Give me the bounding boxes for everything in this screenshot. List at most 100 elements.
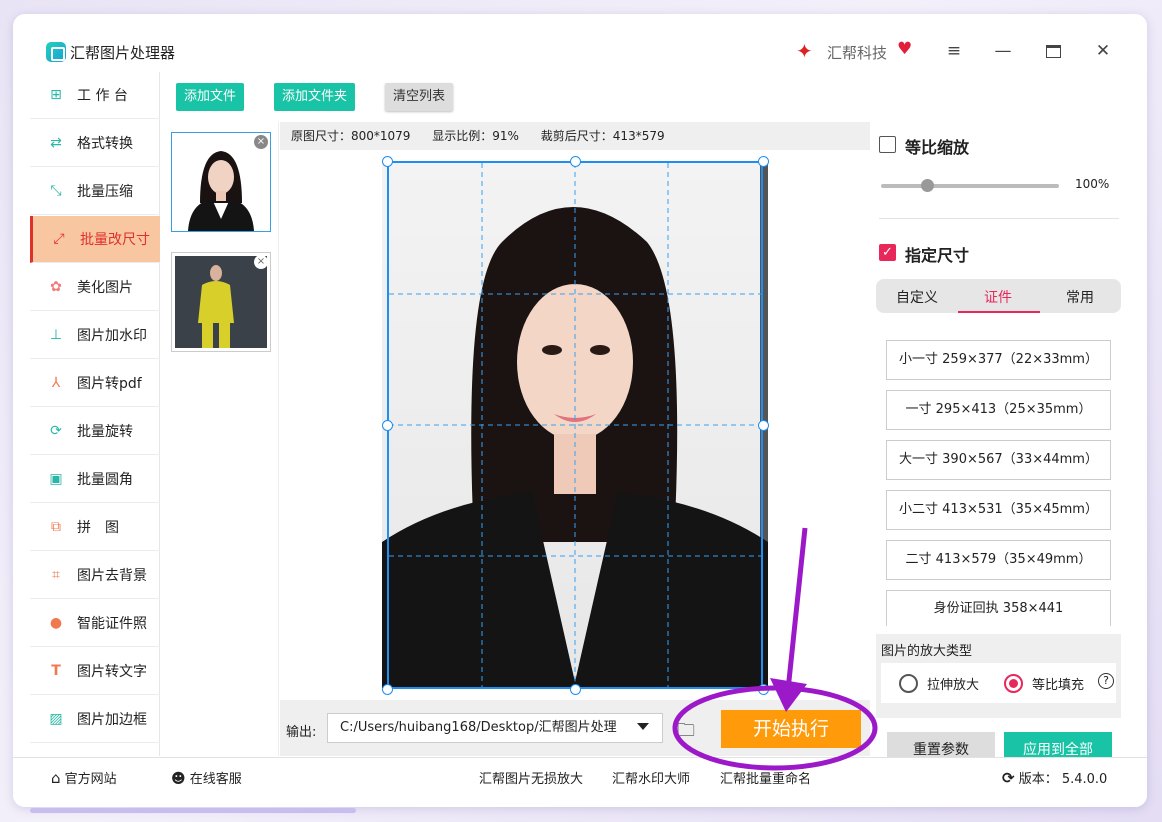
output-path-select[interactable]: C:/Users/huibang168/Desktop/汇帮图片处理 <box>327 713 663 743</box>
hamburger-icon[interactable]: ≡ <box>939 36 969 66</box>
chevron-down-icon[interactable] <box>637 723 649 730</box>
divider <box>879 218 1119 219</box>
specify-size-checkbox[interactable]: ✓ <box>879 244 896 261</box>
official-site-label: 官方网站 <box>64 772 117 787</box>
scale-type-title: 图片的放大类型 <box>881 644 973 659</box>
support-agent-icon: ☻ <box>171 771 186 787</box>
scale-slider-value: 100% <box>1075 177 1110 191</box>
thumbnail-image <box>172 133 270 231</box>
minimize-icon[interactable]: — <box>988 36 1018 66</box>
sidebar-item-to-pdf[interactable]: ⅄ 图片转pdf <box>30 360 160 407</box>
sidebar-item-rotate[interactable]: ⟳ 批量旋转 <box>30 408 160 455</box>
online-service-link[interactable]: ☻ 在线客服 <box>171 768 242 787</box>
sidebar-item-workbench[interactable]: ⊞ 工 作 台 <box>30 72 160 119</box>
sidebar-item-label: 智能证件照 <box>77 616 147 632</box>
remove-thumbnail-icon[interactable]: × <box>254 135 268 149</box>
home-icon: ⌂ <box>51 769 61 787</box>
cropped-size: 裁剪后尺寸：413*579 <box>540 129 665 143</box>
title-bar: 汇帮图片处理器 ✦ 汇帮科技 ♥ ≡ — ✕ <box>13 14 1147 72</box>
tab-custom[interactable]: 自定义 <box>896 287 938 307</box>
sidebar-item-collage[interactable]: ⧉ 拼 图 <box>30 504 160 551</box>
crop-icon: ⌗ <box>52 567 60 583</box>
maximize-icon[interactable] <box>1038 36 1068 66</box>
display-ratio: 显示比例：91% <box>432 129 519 143</box>
crop-handle-top-left[interactable] <box>382 156 393 167</box>
sidebar-item-label: 格式转换 <box>77 136 133 152</box>
crop-handle-right[interactable] <box>758 420 769 431</box>
thumbnail-image <box>175 256 267 348</box>
sidebar-item-label: 美化图片 <box>77 280 133 296</box>
start-button[interactable]: 开始执行 <box>721 710 861 748</box>
vip-diamond-icon[interactable]: ♥ <box>897 39 912 59</box>
output-bar: 输出: C:/Users/huibang168/Desktop/汇帮图片处理 🗀… <box>280 700 870 756</box>
crop-handle-left[interactable] <box>382 420 393 431</box>
sidebar-item-label: 批量旋转 <box>77 424 133 440</box>
size-option-button[interactable]: 大一寸 390×567（33×44mm） <box>886 440 1111 480</box>
preview-canvas <box>280 150 870 700</box>
scale-slider-knob[interactable] <box>921 179 934 192</box>
watermark-icon: ⊥ <box>49 327 63 343</box>
settings-panel: 等比缩放 100% ✓ 指定尺寸 自定义 证件 常用 小一寸 259×377（2… <box>871 122 1134 768</box>
original-size: 原图尺寸：800*1079 <box>291 129 411 143</box>
close-icon[interactable]: ✕ <box>1088 36 1118 66</box>
crop-handle-bottom[interactable] <box>570 684 581 695</box>
lossless-upscale-link[interactable]: 汇帮图片无损放大 <box>479 768 583 787</box>
sidebar-item-beautify[interactable]: ✿ 美化图片 <box>30 264 160 311</box>
open-folder-icon[interactable]: 🗀 <box>677 718 695 748</box>
sidebar-item-label: 批量改尺寸 <box>80 232 150 248</box>
add-file-button[interactable]: 添加文件 <box>176 83 245 111</box>
thumbnail-item[interactable]: × <box>171 252 271 352</box>
person-icon: ● <box>49 615 63 631</box>
sidebar-item-watermark[interactable]: ⊥ 图片加水印 <box>30 312 160 359</box>
proportional-checkbox[interactable] <box>879 136 896 153</box>
size-option-button[interactable]: 小一寸 259×377（22×33mm） <box>886 340 1111 380</box>
scale-slider[interactable] <box>881 184 1059 188</box>
official-site-link[interactable]: ⌂ 官方网站 <box>51 768 117 787</box>
size-option-button[interactable]: 一寸 295×413（25×35mm） <box>886 390 1111 430</box>
rotate-icon: ⟳ <box>50 423 62 439</box>
clear-list-button[interactable]: 清空列表 <box>385 83 454 111</box>
tab-common[interactable]: 常用 <box>1066 287 1094 307</box>
size-tabs: 自定义 证件 常用 <box>876 279 1121 313</box>
add-folder-button[interactable]: 添加文件夹 <box>274 83 356 111</box>
size-option-button[interactable]: 二寸 413×579（35×49mm） <box>886 540 1111 580</box>
compress-icon: ⤡ <box>50 183 62 199</box>
sidebar-item-ocr[interactable]: T 图片转文字 <box>30 648 160 695</box>
size-option-button[interactable]: 小二寸 413×531（35×45mm） <box>886 490 1111 530</box>
help-icon[interactable]: ? <box>1098 673 1114 689</box>
resize-icon: ⤢ <box>53 231 65 247</box>
thumbnail-list: × × <box>161 122 279 756</box>
sidebar-item-format-convert[interactable]: ⇄ 格式转换 <box>30 120 160 167</box>
crop-handle-top[interactable] <box>570 156 581 167</box>
sidebar-item-label: 图片加水印 <box>77 328 147 344</box>
app-logo-icon <box>46 42 66 62</box>
crop-box[interactable] <box>387 161 763 689</box>
thumbnail-item[interactable]: × <box>171 132 271 232</box>
crop-handle-bottom-right[interactable] <box>758 684 769 695</box>
output-label: 输出: <box>286 725 317 740</box>
sidebar-item-round-corner[interactable]: ▣ 批量圆角 <box>30 456 160 503</box>
tab-id-photo[interactable]: 证件 <box>984 287 1012 307</box>
batch-rename-link[interactable]: 汇帮批量重命名 <box>720 768 811 787</box>
specify-size-label: 指定尺寸 <box>905 246 970 265</box>
remove-thumbnail-icon[interactable]: × <box>254 255 268 269</box>
sidebar-item-remove-bg[interactable]: ⌗ 图片去背景 <box>30 552 160 599</box>
pdf-icon: ⅄ <box>51 375 61 391</box>
stretch-label: 拉伸放大 <box>927 678 980 693</box>
crop-handle-top-right[interactable] <box>758 156 769 167</box>
watermark-master-link[interactable]: 汇帮水印大师 <box>612 768 690 787</box>
sidebar-item-compress[interactable]: ⤡ 批量压缩 <box>30 168 160 215</box>
crop-handle-bottom-left[interactable] <box>382 684 393 695</box>
sidebar-item-label: 拼 图 <box>77 520 119 536</box>
sidebar-item-resize[interactable]: ⤢ 批量改尺寸 <box>30 216 160 263</box>
sidebar-item-frame[interactable]: ▨ 图片加边框 <box>30 696 160 743</box>
sidebar-item-id-photo[interactable]: ● 智能证件照 <box>30 600 160 647</box>
brand-logo-icon: ✦ <box>796 39 813 63</box>
size-option-button[interactable]: 身份证回执 358×441 <box>886 590 1111 626</box>
fill-radio[interactable] <box>1004 674 1023 693</box>
beautify-icon: ✿ <box>50 279 62 295</box>
sidebar-item-label: 图片转pdf <box>77 376 142 392</box>
stretch-radio[interactable] <box>899 674 918 693</box>
sidebar-item-label: 图片去背景 <box>77 568 147 584</box>
version-info[interactable]: ⟳ 版本： 5.4.0.0 <box>1002 768 1107 787</box>
